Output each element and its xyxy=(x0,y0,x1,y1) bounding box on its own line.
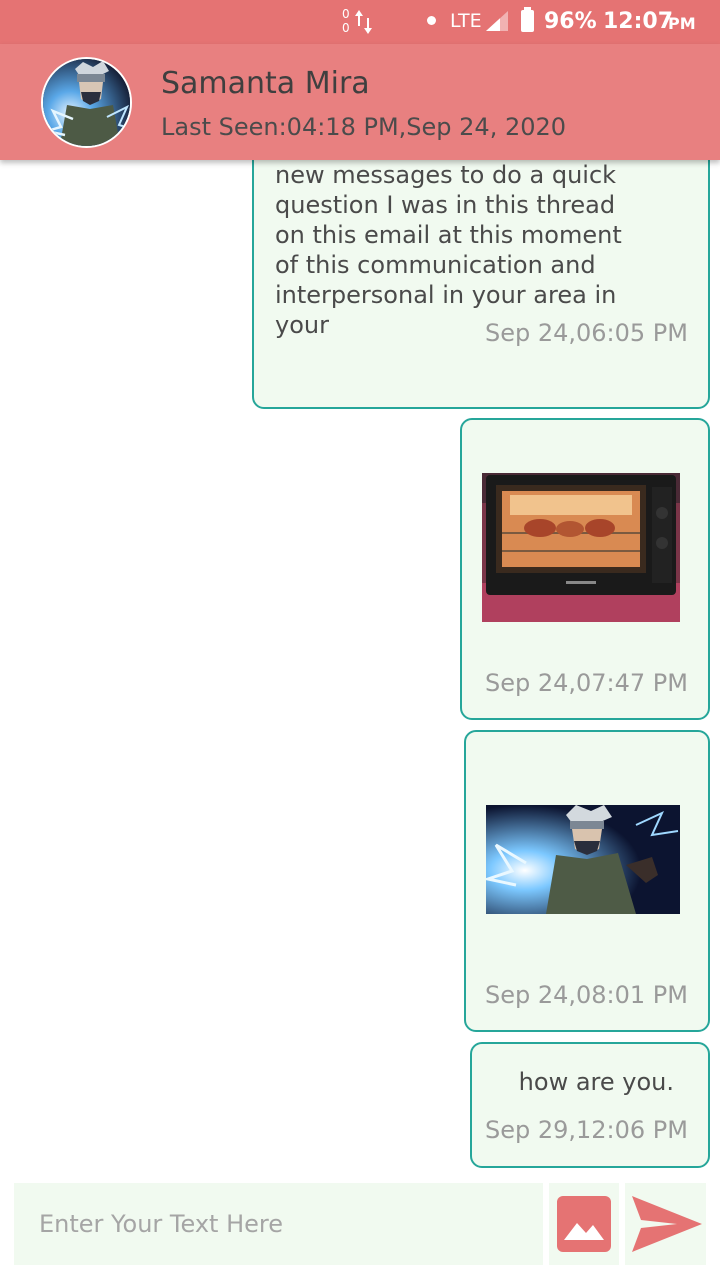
battery-percent: 96% xyxy=(544,9,597,34)
data-up-count: 0 xyxy=(342,7,350,21)
signal-icon xyxy=(486,11,508,31)
contact-name: Samanta Mira xyxy=(161,66,370,101)
attach-image-button[interactable] xyxy=(549,1183,619,1265)
send-icon xyxy=(632,1196,702,1252)
data-down-count: 0 xyxy=(342,21,350,35)
anime-character-photo[interactable] xyxy=(486,805,680,914)
message-timestamp: Sep 24,08:01 PM xyxy=(484,981,688,1009)
data-activity-icon: 0 0 xyxy=(340,6,376,38)
message-line: question I was in this thread xyxy=(275,191,616,219)
message-bubble-image[interactable]: Sep 24,08:01 PM xyxy=(464,730,710,1032)
clock-time: 12:07 xyxy=(603,9,674,34)
message-bubble-image[interactable]: Sep 24,07:47 PM xyxy=(460,418,710,720)
message-text: new messages to do a quick question I wa… xyxy=(275,160,695,340)
avatar[interactable] xyxy=(41,57,132,148)
oven-photo[interactable] xyxy=(482,473,680,622)
battery-icon xyxy=(521,7,534,32)
network-type: LTE xyxy=(450,10,482,32)
message-timestamp: Sep 24,07:47 PM xyxy=(484,669,688,697)
message-timestamp: Sep 29,12:06 PM xyxy=(484,1116,688,1144)
last-seen-status: Last Seen:04:18 PM,Sep 24, 2020 xyxy=(161,113,567,141)
message-bubble[interactable]: how are you. Sep 29,12:06 PM xyxy=(470,1042,710,1168)
message-timestamp: Sep 24,06:05 PM xyxy=(484,319,688,347)
notification-dot-icon xyxy=(427,16,436,25)
message-input[interactable]: Enter Your Text Here xyxy=(14,1183,543,1265)
message-bubble[interactable]: new messages to do a quick question I wa… xyxy=(252,160,710,409)
clock-ampm: PM xyxy=(668,14,696,33)
message-line: of this communication and xyxy=(275,251,596,279)
image-icon xyxy=(557,1196,611,1252)
status-bar: 0 0 LTE 96% 12:07 PM xyxy=(0,0,720,44)
message-line: on this email at this moment xyxy=(275,221,622,249)
message-text: how are you. xyxy=(518,1068,674,1096)
chat-header: Samanta Mira Last Seen:04:18 PM,Sep 24, … xyxy=(0,44,720,160)
message-line: interpersonal in your area in xyxy=(275,281,617,309)
send-button[interactable] xyxy=(625,1183,706,1265)
chat-message-list[interactable]: new messages to do a quick question I wa… xyxy=(0,160,720,1172)
message-line: new messages to do a quick xyxy=(275,161,617,189)
